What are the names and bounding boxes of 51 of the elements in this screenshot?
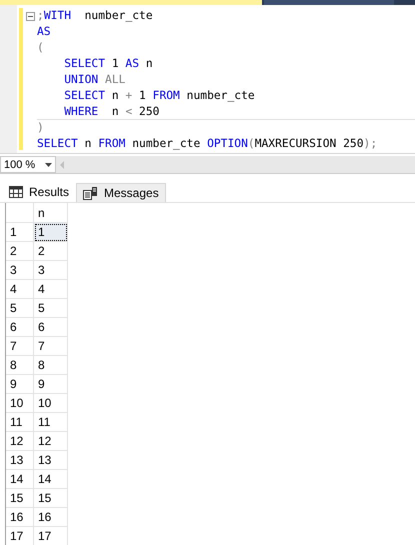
row-number: 9: [6, 375, 34, 394]
scroll-left-icon[interactable]: [60, 160, 64, 168]
grid-cell[interactable]: 2: [34, 242, 68, 261]
row-number: 11: [6, 413, 34, 432]
code-line: ;WITH number_cte: [37, 8, 153, 24]
row-number: 16: [6, 508, 34, 527]
row-number: 6: [6, 318, 34, 337]
code-line: (: [37, 40, 44, 56]
grid-cell[interactable]: 4: [34, 280, 68, 299]
caret-icon[interactable]: [45, 162, 52, 166]
grid-cell[interactable]: 9: [34, 375, 68, 394]
grid-cell[interactable]: 13: [34, 451, 68, 470]
row-number: 14: [6, 470, 34, 489]
grid-cell[interactable]: 6: [34, 318, 68, 337]
collapse-icon[interactable]: [26, 12, 34, 20]
row-number: 8: [6, 356, 34, 375]
grid-cell[interactable]: 7: [34, 337, 68, 356]
row-number: 10: [6, 394, 34, 413]
row-number: 7: [6, 337, 34, 356]
grid-cell[interactable]: 5: [34, 299, 68, 318]
document-icon: [83, 186, 98, 200]
zoom-dropdown[interactable]: 100 %: [0, 156, 56, 173]
grid-cell[interactable]: 1: [34, 223, 68, 242]
code-line: WHERE n < 250: [63, 104, 160, 120]
grid-cell[interactable]: 14: [34, 470, 68, 489]
grid-cell[interactable]: 15: [34, 489, 68, 508]
results-tab[interactable]: Messages: [76, 183, 166, 202]
document-tab[interactable]: [0, 0, 262, 5]
row-number: 13: [6, 451, 34, 470]
grid-cell[interactable]: 17: [34, 527, 68, 545]
row-number: 3: [6, 261, 34, 280]
grid-cell[interactable]: 12: [34, 432, 68, 451]
code-line: AS: [37, 24, 51, 40]
row-number: 4: [6, 280, 34, 299]
code-line: SELECT n FROM number_cte OPTION(MAXRECURSION 250);: [37, 136, 378, 152]
grid-cell[interactable]: 8: [34, 356, 68, 375]
grid-cell[interactable]: 10: [34, 394, 68, 413]
row-number: 2: [6, 242, 34, 261]
grid-cell[interactable]: 3: [34, 261, 68, 280]
document-tab[interactable]: [264, 0, 394, 5]
code-line: ): [37, 120, 44, 136]
code-line: SELECT 1 AS n: [63, 56, 153, 72]
row-number: 12: [6, 432, 34, 451]
grid-cell[interactable]: 11: [34, 413, 68, 432]
grid-cell[interactable]: 16: [34, 508, 68, 527]
code-line: SELECT n + 1 FROM number_cte: [63, 88, 255, 104]
row-number: 5: [6, 299, 34, 318]
grid-icon: [9, 186, 23, 198]
row-number: 15: [6, 489, 34, 508]
code-line: UNION ALL: [63, 72, 126, 88]
row-number: 17: [6, 527, 34, 545]
